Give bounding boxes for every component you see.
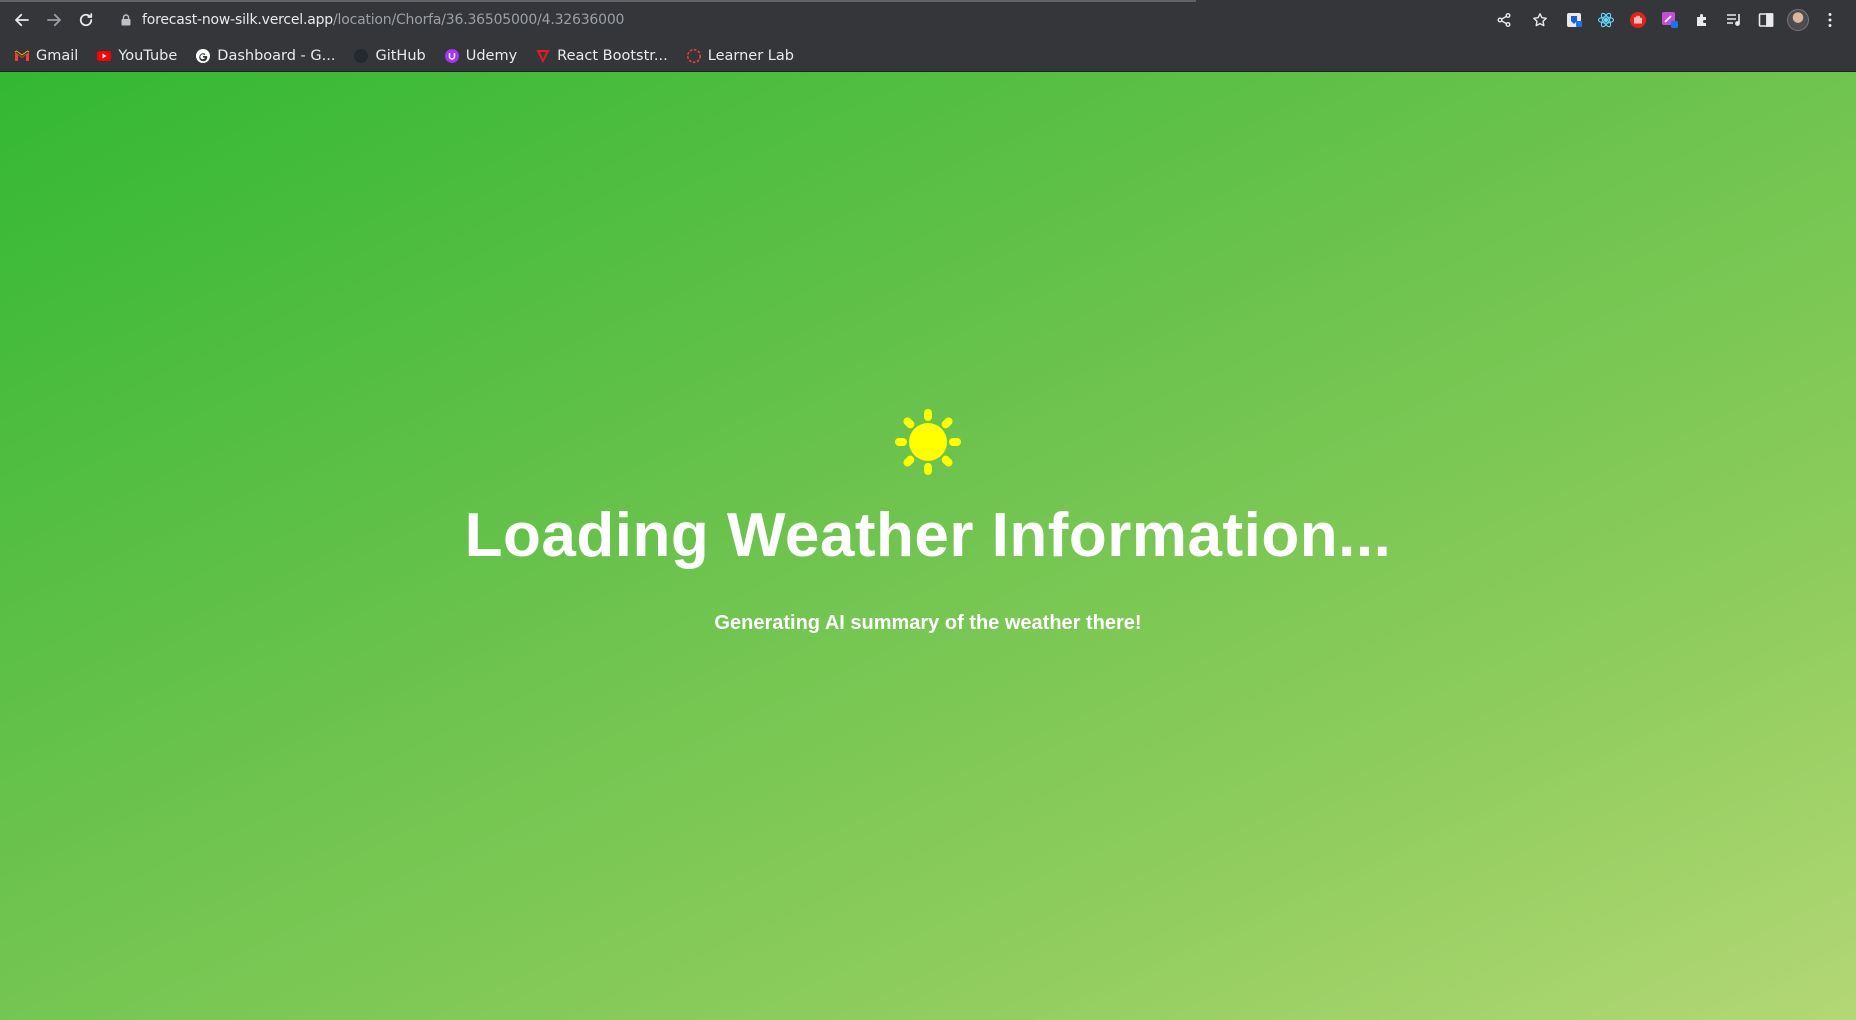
kebab-menu-icon <box>1828 13 1832 27</box>
udemy-icon <box>444 48 460 64</box>
side-panel-icon <box>1758 13 1774 27</box>
bookmarks-bar: Gmail YouTube Dashboard - G... GitHub Ud… <box>0 40 1856 72</box>
hand-stop-icon <box>1630 12 1646 28</box>
tab-strip-edge <box>0 0 1196 2</box>
share-button[interactable] <box>1490 6 1518 34</box>
loading-screen: Loading Weather Information... Generatin… <box>0 72 1856 1020</box>
extension-color-picker[interactable] <box>1656 5 1684 35</box>
browser-toolbar: forecast-now-silk.vercel.app/location/Ch… <box>0 0 1856 40</box>
reload-icon <box>79 13 93 27</box>
bookmark-youtube[interactable]: YouTube <box>94 42 179 70</box>
bookmark-udemy[interactable]: Udemy <box>442 42 519 70</box>
loading-subtitle: Generating AI summary of the weather the… <box>714 612 1142 634</box>
reload-button[interactable] <box>70 4 102 36</box>
playlist-icon <box>1727 14 1740 26</box>
bookmark-label: React Bootstr... <box>557 47 668 64</box>
learner-lab-icon <box>686 48 702 64</box>
back-button[interactable] <box>6 4 38 36</box>
bookmark-learner-lab[interactable]: Learner Lab <box>684 42 796 70</box>
bookmark-gmail[interactable]: Gmail <box>12 42 80 70</box>
extension-ad-blocker[interactable] <box>1624 5 1652 35</box>
bookmark-star-button[interactable] <box>1526 6 1554 34</box>
star-icon <box>1533 13 1547 27</box>
extension-bitwarden[interactable] <box>1560 5 1588 35</box>
bookmark-label: Udemy <box>465 47 518 64</box>
loading-title: Loading Weather Information... <box>464 501 1392 570</box>
extension-react-devtools[interactable] <box>1592 5 1620 35</box>
color-picker-icon <box>1662 12 1678 28</box>
google-icon <box>195 48 211 64</box>
bookmark-react-bootstrap[interactable]: React Bootstr... <box>533 42 670 70</box>
gmail-icon <box>14 48 30 64</box>
puzzle-icon <box>1697 14 1706 26</box>
reading-list-button[interactable] <box>1720 5 1748 35</box>
avatar <box>1787 9 1809 31</box>
page-content: Loading Weather Information... Generatin… <box>0 72 1856 1020</box>
github-icon <box>353 48 369 64</box>
extensions-row <box>1560 5 1844 35</box>
shield-extension-icon <box>1567 13 1582 27</box>
omnibox-actions <box>1490 6 1554 34</box>
bookmark-label: Dashboard - G... <box>217 47 336 64</box>
profile-button[interactable] <box>1784 5 1812 35</box>
forward-button[interactable] <box>38 4 70 36</box>
bookmark-label: YouTube <box>118 47 178 64</box>
react-atom-icon <box>1597 12 1615 28</box>
arrow-left-icon <box>15 13 29 27</box>
extensions-menu-button[interactable] <box>1688 5 1716 35</box>
browser-menu-button[interactable] <box>1816 5 1844 35</box>
side-panel-button[interactable] <box>1752 5 1780 35</box>
url-path: /location/Chorfa/36.36505000/4.32636000 <box>333 12 625 28</box>
share-icon <box>1497 13 1511 27</box>
react-bootstrap-icon <box>535 48 551 64</box>
address-bar[interactable]: forecast-now-silk.vercel.app/location/Ch… <box>108 4 1504 36</box>
url-host: forecast-now-silk.vercel.app <box>142 12 333 28</box>
bookmark-label: GitHub <box>375 47 426 64</box>
youtube-icon <box>96 48 112 64</box>
lock-icon <box>120 14 132 26</box>
sun-icon <box>895 409 961 475</box>
bookmark-github[interactable]: GitHub <box>351 42 427 70</box>
arrow-right-icon <box>47 13 61 27</box>
bookmark-dashboard[interactable]: Dashboard - G... <box>193 42 337 70</box>
bookmark-label: Learner Lab <box>707 47 794 64</box>
bookmark-label: Gmail <box>36 47 79 64</box>
